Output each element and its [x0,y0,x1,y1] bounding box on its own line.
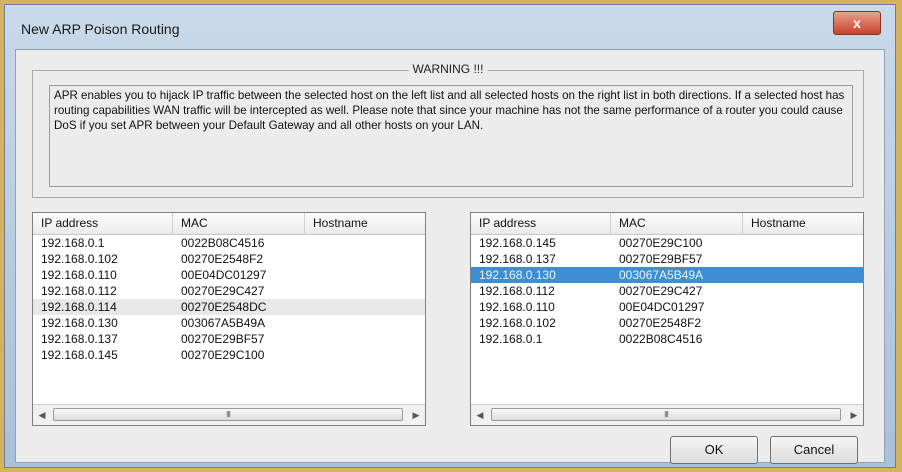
scroll-right-icon[interactable]: ▶ [411,409,421,421]
ip-cell: 192.168.0.145 [41,348,118,362]
table-row[interactable]: 192.168.0.102 00270E2548F2 [471,315,863,331]
ip-cell: 192.168.0.137 [479,252,556,266]
ip-cell: 192.168.0.110 [479,300,555,314]
table-row[interactable]: 192.168.0.145 00270E29C100 [471,235,863,251]
table-row[interactable]: 192.168.0.1 0022B08C4516 [471,331,863,347]
table-row[interactable]: 192.168.0.1 0022B08C4516 [33,235,425,251]
scrollbar-thumb[interactable]: III [491,408,841,421]
left-host-list[interactable]: IP address MAC Hostname 192.168.0.1 0022B… [32,212,426,426]
ip-cell: 192.168.0.1 [479,332,543,346]
mac-cell: 0022B08C4516 [181,236,265,250]
column-header-ip[interactable]: IP address [471,213,611,234]
table-row[interactable]: 192.168.0.130 003067A5B49A [471,267,863,283]
ip-cell: 192.168.0.137 [41,332,118,346]
dialog-body: WARNING !!! APR enables you to hijack IP… [15,49,885,464]
ip-cell: 192.168.0.112 [479,284,555,298]
ok-button[interactable]: OK [670,436,758,464]
ip-cell: 192.168.0.1 [41,236,105,250]
table-row[interactable]: 192.168.0.145 00270E29C100 [33,347,425,363]
table-row[interactable]: 192.168.0.130 003067A5B49A [33,315,425,331]
table-row[interactable]: 192.168.0.112 00270E29C427 [471,283,863,299]
warning-text: APR enables you to hijack IP traffic bet… [54,89,845,132]
mac-cell: 00270E2548F2 [181,252,264,266]
grip-icon: III [226,410,231,419]
scroll-right-icon[interactable]: ▶ [849,409,859,421]
mac-cell: 00270E29C100 [619,236,703,250]
warning-textbox[interactable]: APR enables you to hijack IP traffic bet… [49,85,853,187]
table-row[interactable]: 192.168.0.137 00270E29BF57 [471,251,863,267]
mac-cell: 00270E29BF57 [181,332,265,346]
warning-group: WARNING !!! APR enables you to hijack IP… [32,62,864,198]
mac-cell: 003067A5B49A [619,268,704,282]
mac-cell: 00E04DC01297 [181,268,267,282]
ip-cell: 192.168.0.102 [479,316,556,330]
ip-cell: 192.168.0.130 [41,316,118,330]
mac-cell: 003067A5B49A [181,316,266,330]
horizontal-scrollbar[interactable]: ◀ III ▶ [471,404,863,425]
table-row[interactable]: 192.168.0.137 00270E29BF57 [33,331,425,347]
right-list-rows: 192.168.0.145 00270E29C100 192.168.0.137 00… [471,235,863,347]
ip-cell: 192.168.0.112 [41,284,117,298]
ip-cell: 192.168.0.114 [41,300,117,314]
mac-cell: 00270E29C427 [181,284,265,298]
column-header-mac[interactable]: MAC [173,213,305,234]
mac-cell: 00270E29BF57 [619,252,703,266]
table-row[interactable]: 192.168.0.110 00E04DC01297 [33,267,425,283]
mac-cell: 00270E2548DC [181,300,267,314]
table-row[interactable]: 192.168.0.102 00270E2548F2 [33,251,425,267]
table-row[interactable]: 192.168.0.114 00270E2548DC [33,299,425,315]
dialog-window: New ARP Poison Routing x WARNING !!! APR… [4,4,896,468]
ip-cell: 192.168.0.145 [479,236,556,250]
grip-icon: III [664,410,669,419]
title-bar[interactable]: New ARP Poison Routing x [5,5,895,49]
ip-cell: 192.168.0.102 [41,252,118,266]
scrollbar-thumb[interactable]: III [53,408,403,421]
list-header: IP address MAC Hostname [471,213,863,235]
column-header-mac[interactable]: MAC [611,213,743,234]
column-header-hostname[interactable]: Hostname [743,213,863,234]
ip-cell: 192.168.0.130 [479,268,556,282]
mac-cell: 00E04DC01297 [619,300,705,314]
close-icon: x [853,15,861,31]
table-row[interactable]: 192.168.0.110 00E04DC01297 [471,299,863,315]
window-title: New ARP Poison Routing [21,21,180,37]
warning-legend: WARNING !!! [408,62,488,76]
table-row[interactable]: 192.168.0.112 00270E29C427 [33,283,425,299]
mac-cell: 00270E29C427 [619,284,703,298]
right-host-list[interactable]: IP address MAC Hostname 192.168.0.145 002… [470,212,864,426]
mac-cell: 00270E29C100 [181,348,265,362]
horizontal-scrollbar[interactable]: ◀ III ▶ [33,404,425,425]
scroll-left-icon[interactable]: ◀ [37,409,47,421]
scroll-left-icon[interactable]: ◀ [475,409,485,421]
column-header-hostname[interactable]: Hostname [305,213,425,234]
ip-cell: 192.168.0.110 [41,268,117,282]
mac-cell: 0022B08C4516 [619,332,703,346]
column-header-ip[interactable]: IP address [33,213,173,234]
cancel-button[interactable]: Cancel [770,436,858,464]
mac-cell: 00270E2548F2 [619,316,702,330]
list-header: IP address MAC Hostname [33,213,425,235]
left-list-rows: 192.168.0.1 0022B08C4516 192.168.0.102 0027… [33,235,425,363]
close-button[interactable]: x [833,11,881,35]
